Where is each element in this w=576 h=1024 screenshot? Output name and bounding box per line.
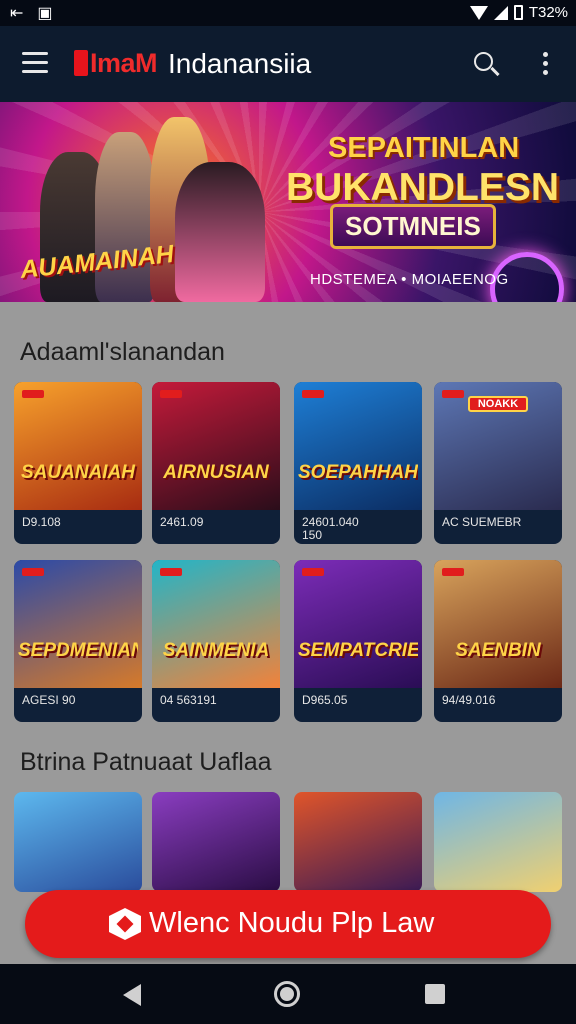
hero-character bbox=[95, 132, 155, 302]
game-card-caption: 24601.040 150 bbox=[302, 515, 359, 542]
new-badge bbox=[442, 390, 464, 398]
game-card[interactable]: SAINMENIA 04 563191 bbox=[152, 560, 280, 722]
game-card-caption: AGESI 90 bbox=[22, 693, 76, 707]
brand-name: ImaM bbox=[90, 48, 158, 78]
game-card[interactable]: SOEPAHHAH 24601.040 150 bbox=[294, 382, 422, 544]
game-card-caption: 04 563191 bbox=[160, 693, 217, 707]
battery-percent: T32% bbox=[528, 4, 568, 21]
hero-footer-text: HDSTEMEA • MOIAEENOG bbox=[310, 271, 509, 288]
game-card-art: SOEPAHHAH bbox=[294, 382, 422, 510]
app-title: Indanansiia bbox=[168, 48, 312, 79]
play-now-button[interactable]: Wlenc Noudu Plp Law bbox=[25, 890, 551, 958]
game-card-title: SEMPATCRIE bbox=[298, 640, 418, 661]
game-card-caption: D965.05 bbox=[302, 693, 348, 707]
game-card-title: SAUANAIAH bbox=[21, 462, 135, 483]
game-card-art: SAUANAIAH bbox=[14, 382, 142, 510]
game-card-title: AIRNUSIAN bbox=[163, 462, 269, 483]
new-badge bbox=[22, 390, 44, 398]
new-badge bbox=[442, 568, 464, 576]
game-card-title: SEPDMENIAN bbox=[18, 640, 138, 661]
new-badge bbox=[302, 390, 324, 398]
hero-banner[interactable]: AUAMAINAH SEPAITINLAN BUKANDLESN SOTMNEI… bbox=[0, 102, 576, 302]
game-card-art: SAINMENIA bbox=[152, 560, 280, 688]
game-card-art: SEPDMENIAN bbox=[14, 560, 142, 688]
menu-icon[interactable] bbox=[22, 52, 48, 74]
game-card[interactable]: SAUANAIAH D9.108 bbox=[14, 382, 142, 544]
game-card-caption: AC SUEMEBR bbox=[442, 515, 522, 529]
game-card-art: AIRNUSIAN bbox=[152, 382, 280, 510]
recents-icon[interactable] bbox=[425, 984, 445, 1004]
game-card[interactable] bbox=[152, 792, 280, 892]
game-card-title: SAENBIN bbox=[455, 640, 541, 661]
game-card-art: NOAKK bbox=[434, 382, 562, 510]
game-card[interactable]: SEPDMENIAN AGESI 90 bbox=[14, 560, 142, 722]
section-title: Btrina Patnuaat Uaflaa bbox=[20, 748, 272, 776]
home-icon[interactable] bbox=[274, 981, 300, 1007]
hero-character bbox=[175, 162, 265, 302]
more-options-icon[interactable] bbox=[538, 52, 552, 78]
game-card-badge: NOAKK bbox=[468, 396, 528, 412]
game-card[interactable] bbox=[14, 792, 142, 892]
game-card-caption: D9.108 bbox=[22, 515, 61, 529]
game-card-title: SOEPAHHAH bbox=[298, 462, 418, 483]
back-arrow-icon: ⇤ bbox=[10, 5, 24, 22]
status-right: T32% bbox=[469, 4, 568, 21]
section-title: Adaaml'slanandan bbox=[20, 338, 225, 366]
wifi-icon bbox=[469, 5, 488, 20]
new-badge bbox=[302, 568, 324, 576]
game-card[interactable] bbox=[434, 792, 562, 892]
new-badge bbox=[22, 568, 44, 576]
search-icon[interactable] bbox=[474, 52, 500, 78]
new-badge bbox=[160, 390, 182, 398]
game-card[interactable] bbox=[294, 792, 422, 892]
game-card-art: SAENBIN bbox=[434, 560, 562, 688]
game-card[interactable]: AIRNUSIAN 2461.09 bbox=[152, 382, 280, 544]
hero-headline-1: SEPAITINLAN bbox=[328, 132, 520, 164]
game-card[interactable]: SAENBIN 94/49.016 bbox=[434, 560, 562, 722]
back-icon[interactable] bbox=[123, 984, 141, 1006]
status-left: ⇤ ▣ bbox=[10, 3, 53, 23]
photo-icon: ▣ bbox=[37, 5, 53, 22]
system-nav-bar bbox=[0, 964, 576, 1024]
game-card-caption: 94/49.016 bbox=[442, 693, 496, 707]
hero-headline-3: SOTMNEIS bbox=[330, 204, 496, 249]
game-card-caption: 2461.09 bbox=[160, 515, 204, 529]
game-card-title: SAINMENIA bbox=[162, 640, 270, 661]
logo-icon bbox=[74, 50, 88, 76]
new-badge bbox=[160, 568, 182, 576]
status-bar: ⇤ ▣ T32% bbox=[0, 0, 576, 26]
play-now-label: Wlenc Noudu Plp Law bbox=[149, 907, 435, 939]
battery-icon bbox=[513, 5, 523, 20]
game-card-art: SEMPATCRIE bbox=[294, 560, 422, 688]
game-logo-icon bbox=[109, 908, 141, 940]
app-bar: ImaM Indanansiia bbox=[0, 26, 576, 102]
game-card[interactable]: NOAKK AC SUEMEBR bbox=[434, 382, 562, 544]
game-card[interactable]: SEMPATCRIE D965.05 bbox=[294, 560, 422, 722]
signal-icon bbox=[493, 5, 508, 20]
